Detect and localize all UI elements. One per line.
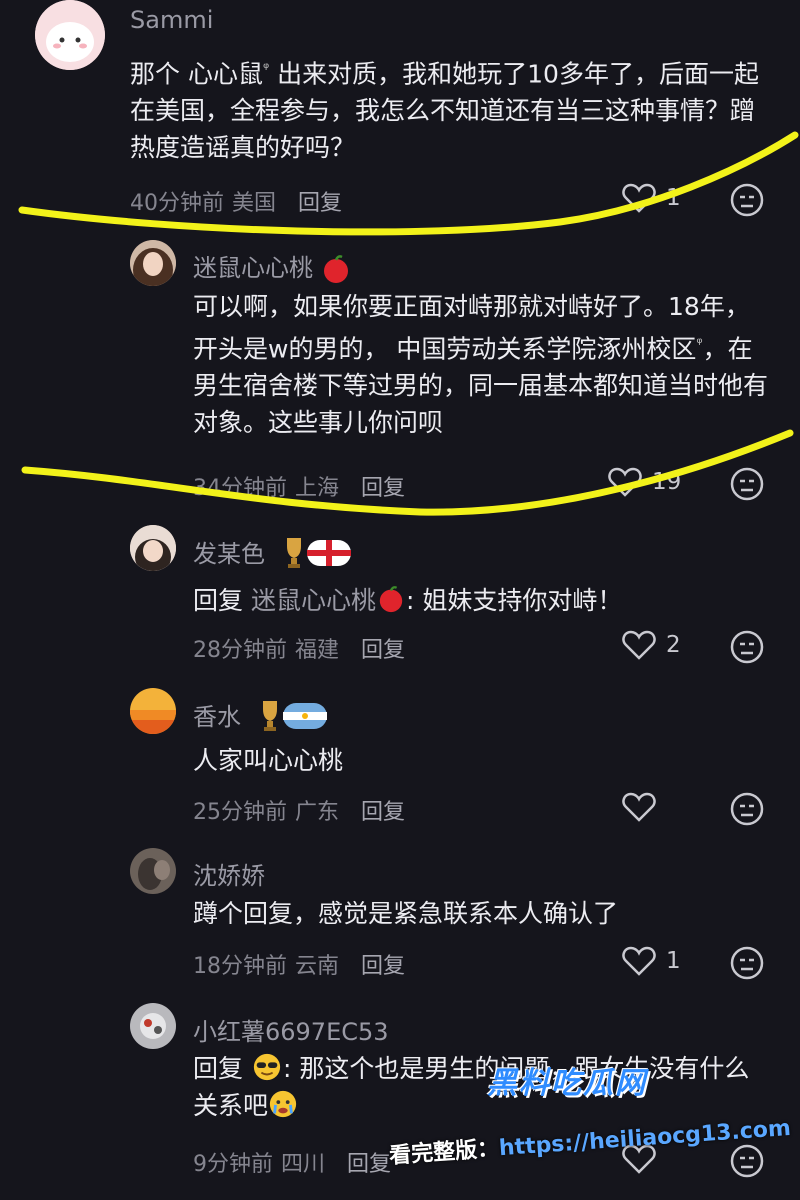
reply-button[interactable]: 回复 (361, 476, 405, 501)
comment-location: 福建 (295, 638, 340, 663)
avatar-image (130, 848, 176, 894)
trophy-flag-icon (262, 701, 327, 731)
avatar[interactable] (35, 0, 105, 70)
avatar-image (130, 525, 176, 571)
like-button[interactable]: 19 (608, 467, 681, 497)
comment-location: 美国 (232, 191, 277, 216)
like-button[interactable] (622, 792, 666, 822)
username[interactable]: 小红薯6697EC53 (193, 1012, 389, 1047)
reply-button[interactable]: 回复 (361, 800, 405, 825)
username[interactable]: 沈娇娇 (193, 856, 265, 891)
reply-button[interactable]: 回复 (361, 638, 405, 663)
comment-meta: 40分钟前 美国 回复 (130, 185, 342, 217)
comment-text-part: 那个 心心鼠 (130, 59, 263, 89)
like-button[interactable]: 2 (622, 630, 681, 660)
dislike-icon[interactable] (730, 183, 764, 217)
comment-location: 上海 (295, 476, 340, 501)
apple-icon (323, 255, 348, 283)
comment-text: 蹲个回复，感觉是紧急联系本人确认了 (193, 899, 619, 928)
comment-time: 25分钟前 (193, 800, 287, 825)
avatar[interactable] (130, 848, 176, 894)
world-cup-badge (281, 534, 353, 576)
comment-time: 40分钟前 (130, 191, 224, 216)
like-count: 1 (666, 185, 681, 211)
avatar-image (130, 1003, 176, 1049)
trophy-flag-icon (286, 538, 351, 568)
heart-icon (622, 630, 656, 660)
comment-text-part: : 姐妹支持你对峙！ (405, 586, 623, 615)
avatar-image (130, 240, 176, 286)
username[interactable]: 迷鼠心心桃 (193, 248, 351, 284)
sunglasses-emoji-icon (253, 1053, 281, 1081)
avatar[interactable] (130, 525, 176, 571)
comment-text: 回复 : 那这个也是男生的问题，跟女生没有什么关系吧 (193, 1050, 768, 1124)
comment-text: 可以啊，如果你要正面对峙那就对峙好了。18年，开头是w的男的， 中国劳动关系学院… (193, 288, 768, 441)
dislike-icon[interactable] (730, 946, 764, 980)
username-text: 发某色 (193, 540, 265, 568)
dislike-icon[interactable] (730, 630, 764, 664)
avatar[interactable] (130, 1003, 176, 1049)
reply-button[interactable]: 回复 (298, 191, 342, 216)
username[interactable]: 发某色 (193, 534, 353, 576)
dislike-icon[interactable] (730, 1144, 764, 1178)
like-button[interactable]: 1 (622, 183, 681, 213)
avatar-image (130, 688, 176, 734)
comment-meta: 25分钟前 广东 回复 (193, 794, 405, 826)
avatar-image (35, 0, 105, 70)
username[interactable]: Sammi (130, 6, 213, 34)
comment-location: 广东 (295, 800, 340, 825)
comment-location: 云南 (295, 954, 340, 979)
comment-time: 28分钟前 (193, 638, 287, 663)
reply-target-user[interactable]: 迷鼠心心桃 (251, 586, 376, 615)
like-count: 2 (666, 632, 681, 658)
watermark-label: 看完整版： (388, 1136, 500, 1169)
avatar[interactable] (130, 240, 176, 286)
heart-icon (608, 467, 642, 497)
apple-icon (379, 586, 403, 613)
username-text: 迷鼠心心桃 (193, 254, 313, 282)
reply-prefix: 回复 (193, 586, 244, 615)
like-button[interactable]: 1 (622, 946, 681, 976)
dislike-icon[interactable] (730, 792, 764, 826)
comment-meta: 18分钟前 云南 回复 (193, 948, 405, 980)
world-cup-badge (257, 697, 329, 739)
comment-meta: 28分钟前 福建 回复 (193, 632, 405, 664)
crying-emoji-icon (269, 1090, 297, 1118)
comment-time: 9分钟前 (193, 1152, 273, 1177)
reply-prefix: 回复 (193, 1054, 244, 1083)
username[interactable]: 香水 (193, 697, 329, 739)
comment-text-part: 可以啊，如果你要正面对峙那就对峙好了。18年，开头是w的男的， 中国劳动关系学院… (193, 292, 750, 364)
username-text: 香水 (193, 703, 241, 731)
comment-text: 回复 迷鼠心心桃 : 姐妹支持你对峙！ (193, 582, 768, 619)
like-count: 1 (666, 948, 681, 974)
comment-location: 四川 (281, 1152, 326, 1177)
comment-meta: 9分钟前 四川 回复 (193, 1146, 391, 1178)
reply-button[interactable]: 回复 (347, 1152, 391, 1177)
comment-time: 34分钟前 (193, 476, 287, 501)
comment-text: 人家叫心心桃 (193, 746, 344, 775)
avatar[interactable] (130, 688, 176, 734)
heart-icon (622, 946, 656, 976)
heart-icon (622, 183, 656, 213)
comment-text: 那个 心心鼠ᵠ 出来对质，我和她玩了10多年了，后面一起在美国，全程参与，我怎么… (130, 50, 770, 166)
heart-icon (622, 792, 656, 822)
watermark-brand: 黑料吃瓜网 (487, 1066, 647, 1101)
like-count: 19 (652, 469, 682, 495)
reply-button[interactable]: 回复 (361, 954, 405, 979)
comment-meta: 34分钟前 上海 回复 (193, 470, 405, 502)
dislike-icon[interactable] (730, 467, 764, 501)
comment-time: 18分钟前 (193, 954, 287, 979)
